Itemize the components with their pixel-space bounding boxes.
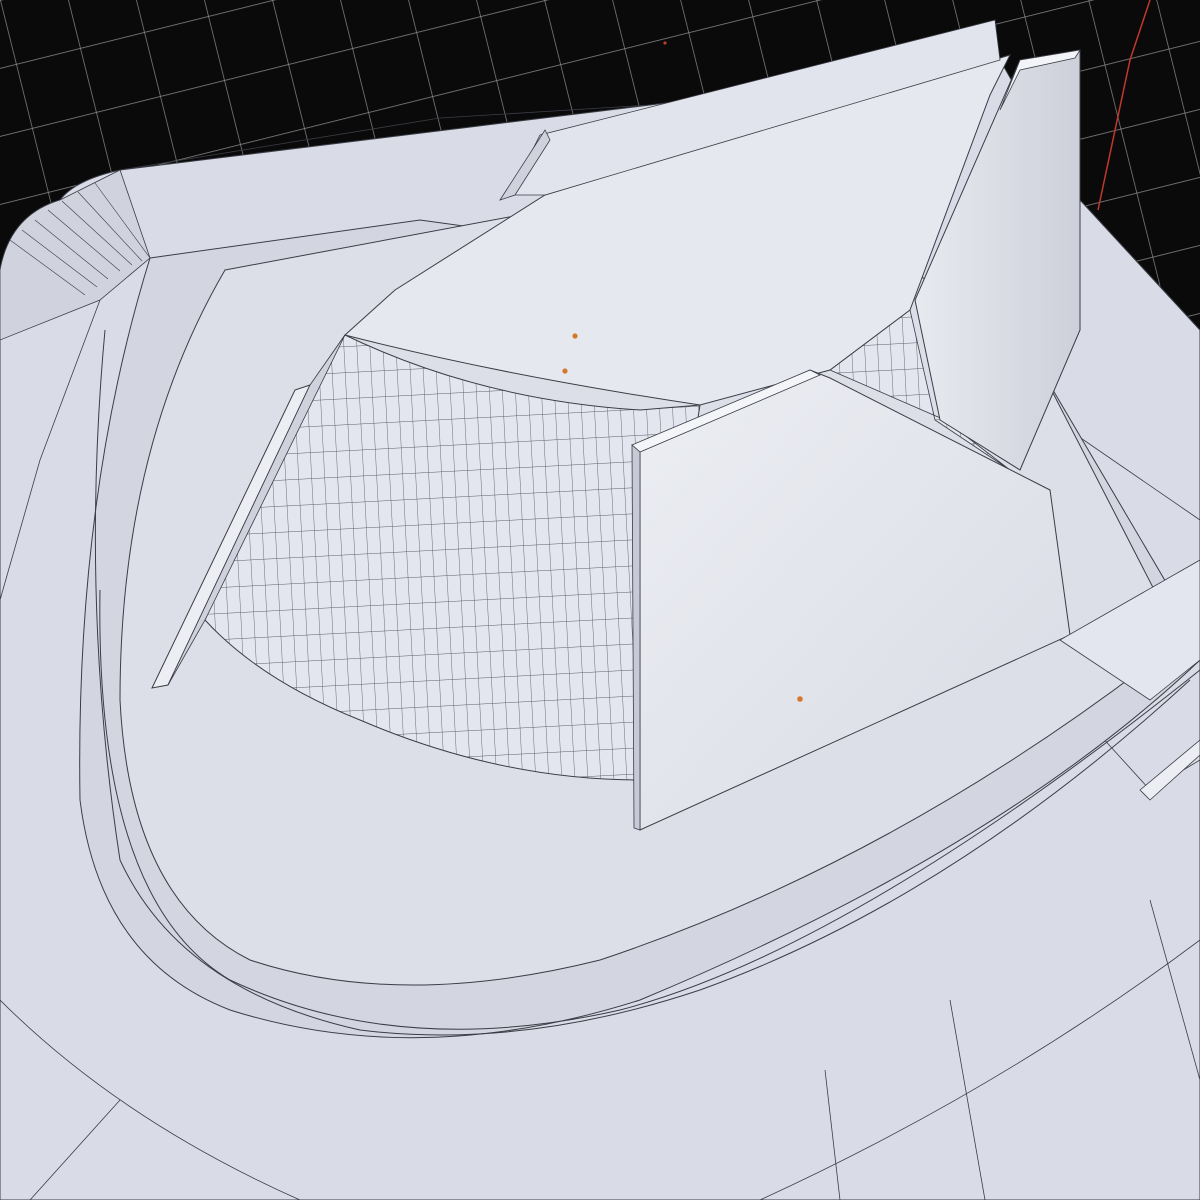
viewport-canvas[interactable] <box>0 0 1200 1200</box>
3d-viewport[interactable] <box>0 0 1200 1200</box>
origin-point[interactable] <box>797 696 803 702</box>
origin-point[interactable] <box>572 333 578 339</box>
origin-point <box>663 41 667 45</box>
origin-point[interactable] <box>562 368 568 374</box>
